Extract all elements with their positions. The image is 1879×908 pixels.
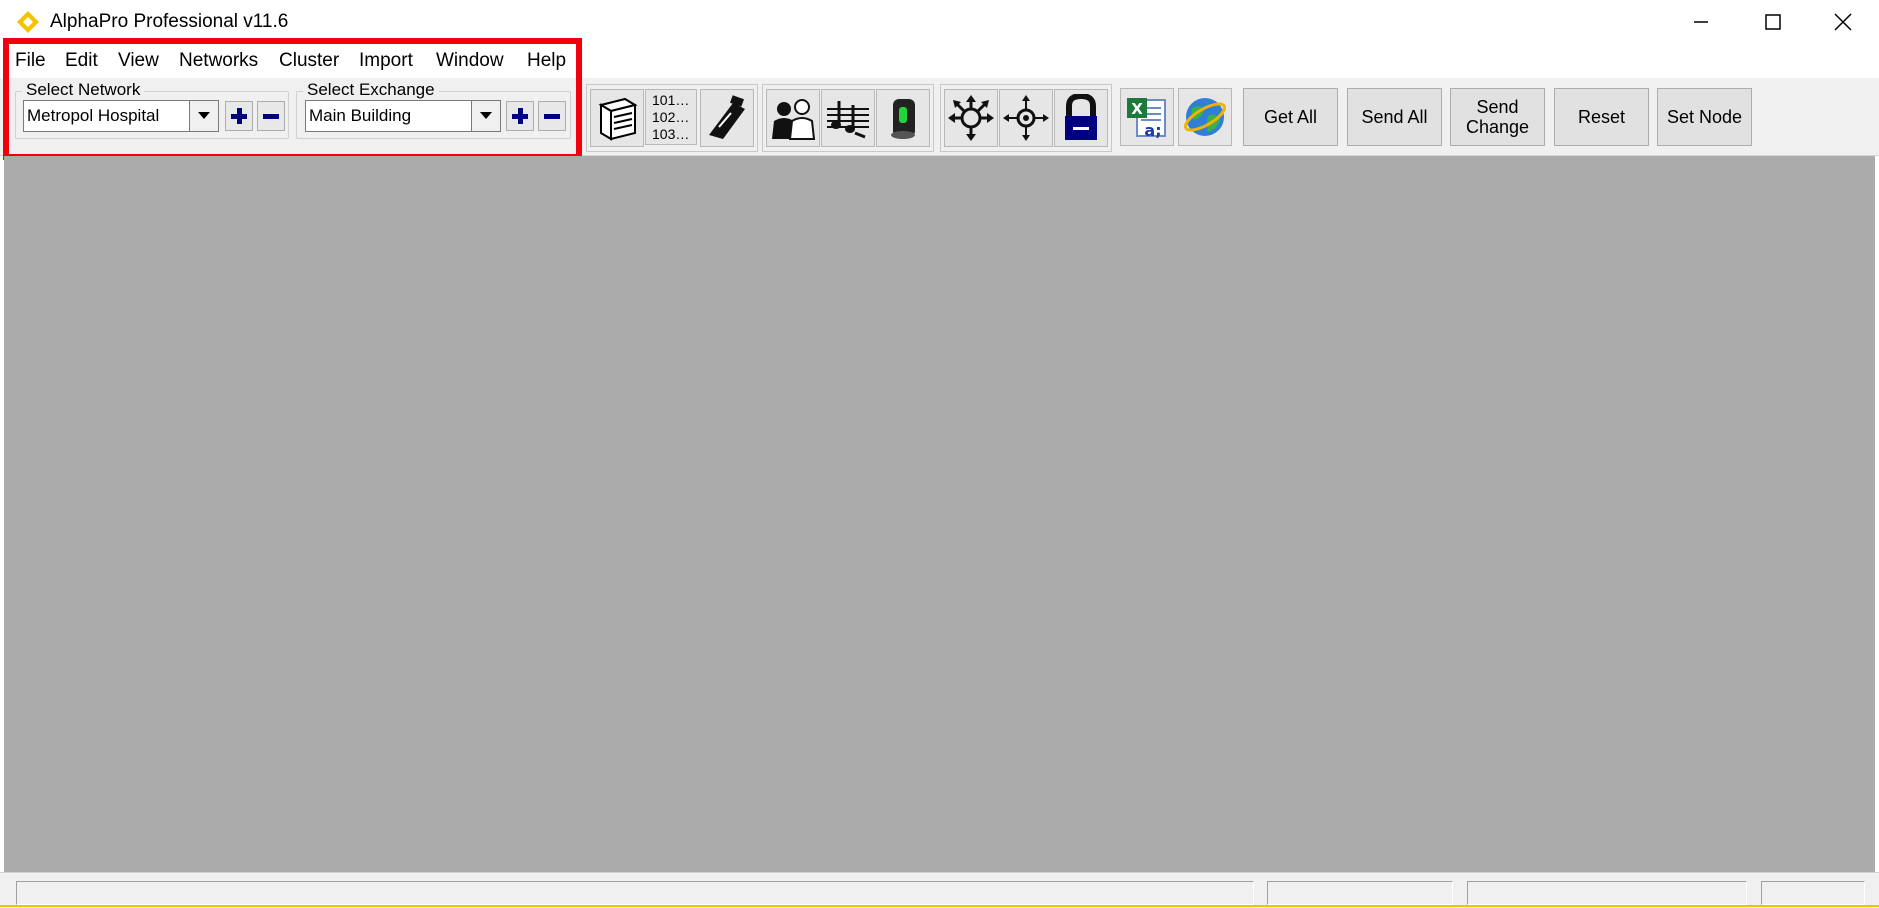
select-network-label: Select Network xyxy=(22,80,145,100)
window-title: AlphaPro Professional v11.6 xyxy=(50,11,289,32)
users-icon xyxy=(772,99,816,140)
status-panel-4 xyxy=(1761,881,1865,905)
menu-help[interactable]: Help xyxy=(525,50,568,72)
maximize-button[interactable] xyxy=(1737,0,1809,44)
add-exchange-button[interactable] xyxy=(506,101,534,131)
menu-networks[interactable]: Networks xyxy=(177,50,260,72)
send-change-label-line1: Send xyxy=(1476,97,1519,117)
toolbar-group-users xyxy=(762,84,934,152)
reset-button[interactable]: Reset xyxy=(1554,88,1649,146)
expand-arrows-button[interactable] xyxy=(944,89,998,147)
minimize-button[interactable] xyxy=(1665,0,1737,44)
menu-import[interactable]: Import xyxy=(357,50,415,72)
exchange-select[interactable]: Main Building xyxy=(305,100,501,132)
chevron-down-icon xyxy=(480,112,492,119)
globe-icon xyxy=(1184,98,1226,136)
remove-exchange-button[interactable] xyxy=(538,101,566,131)
status-panel-main xyxy=(16,881,1254,905)
toolbar: Select Network Metropol Hospital Select … xyxy=(0,78,1879,156)
numbering-line-1: 101… xyxy=(652,91,690,108)
minimize-icon xyxy=(1694,21,1708,23)
crosshair-arrows-icon xyxy=(1003,95,1049,141)
network-select[interactable]: Metropol Hospital xyxy=(23,100,219,132)
minus-icon xyxy=(263,114,279,119)
excel-icon: X a; xyxy=(1127,98,1166,140)
svg-text:a;: a; xyxy=(1144,121,1161,140)
numbering-button[interactable]: 101… 102… 103… xyxy=(645,89,697,145)
app-logo-icon xyxy=(17,11,39,33)
cabinet-button[interactable] xyxy=(590,89,644,147)
svg-text:X: X xyxy=(1131,100,1143,118)
menu-bar: File Edit View Networks Cluster Import W… xyxy=(0,44,1879,78)
music-on-hold-icon xyxy=(827,101,869,139)
select-network-group: Select Network Metropol Hospital xyxy=(15,80,289,139)
excel-export-button[interactable]: X a; xyxy=(1120,88,1174,146)
lock-button[interactable] xyxy=(1054,89,1108,147)
menu-view[interactable]: View xyxy=(116,50,161,72)
status-panel-2 xyxy=(1267,881,1453,905)
web-button[interactable] xyxy=(1178,88,1232,146)
close-icon xyxy=(1834,13,1852,31)
minus-icon xyxy=(544,114,560,119)
mdi-workspace xyxy=(4,156,1875,872)
plus-icon xyxy=(512,108,528,124)
menu-cluster[interactable]: Cluster xyxy=(277,50,341,72)
numbering-line-2: 102… xyxy=(652,108,690,125)
network-dropdown-button[interactable] xyxy=(189,101,218,131)
select-exchange-label: Select Exchange xyxy=(303,80,439,100)
phone-icon xyxy=(709,95,745,139)
menu-window[interactable]: Window xyxy=(434,50,506,72)
status-panel-3 xyxy=(1467,881,1747,905)
music-on-hold-button[interactable] xyxy=(821,89,875,147)
menu-file[interactable]: File xyxy=(13,50,48,72)
toolbar-group-network xyxy=(940,84,1112,152)
exchange-select-value: Main Building xyxy=(309,106,412,125)
title-bar: AlphaPro Professional v11.6 xyxy=(0,0,1879,44)
maximize-icon xyxy=(1765,14,1781,30)
status-bar xyxy=(0,872,1879,908)
set-node-button[interactable]: Set Node xyxy=(1657,88,1752,146)
send-all-button[interactable]: Send All xyxy=(1347,88,1442,146)
crosshair-arrows-button[interactable] xyxy=(999,89,1053,147)
network-select-value: Metropol Hospital xyxy=(27,106,160,125)
select-exchange-group: Select Exchange Main Building xyxy=(296,80,571,139)
exchange-dropdown-button[interactable] xyxy=(471,101,500,131)
send-change-button[interactable]: Send Change xyxy=(1450,88,1545,146)
cabinet-icon xyxy=(598,97,638,141)
chevron-down-icon xyxy=(198,112,210,119)
menu-edit[interactable]: Edit xyxy=(63,50,100,72)
device-icon xyxy=(891,99,915,139)
numbering-line-3: 103… xyxy=(652,125,690,142)
remove-network-button[interactable] xyxy=(257,101,285,131)
lock-icon xyxy=(1065,94,1097,140)
users-button[interactable] xyxy=(766,89,820,147)
add-network-button[interactable] xyxy=(225,101,253,131)
phone-button[interactable] xyxy=(700,89,754,147)
device-button[interactable] xyxy=(876,89,930,147)
close-button[interactable] xyxy=(1807,0,1879,44)
expand-arrows-icon xyxy=(948,95,994,141)
get-all-button[interactable]: Get All xyxy=(1243,88,1338,146)
toolbar-group-exchange: 101… 102… 103… xyxy=(586,84,758,152)
send-change-label-line2: Change xyxy=(1465,117,1530,137)
plus-icon xyxy=(231,108,247,124)
